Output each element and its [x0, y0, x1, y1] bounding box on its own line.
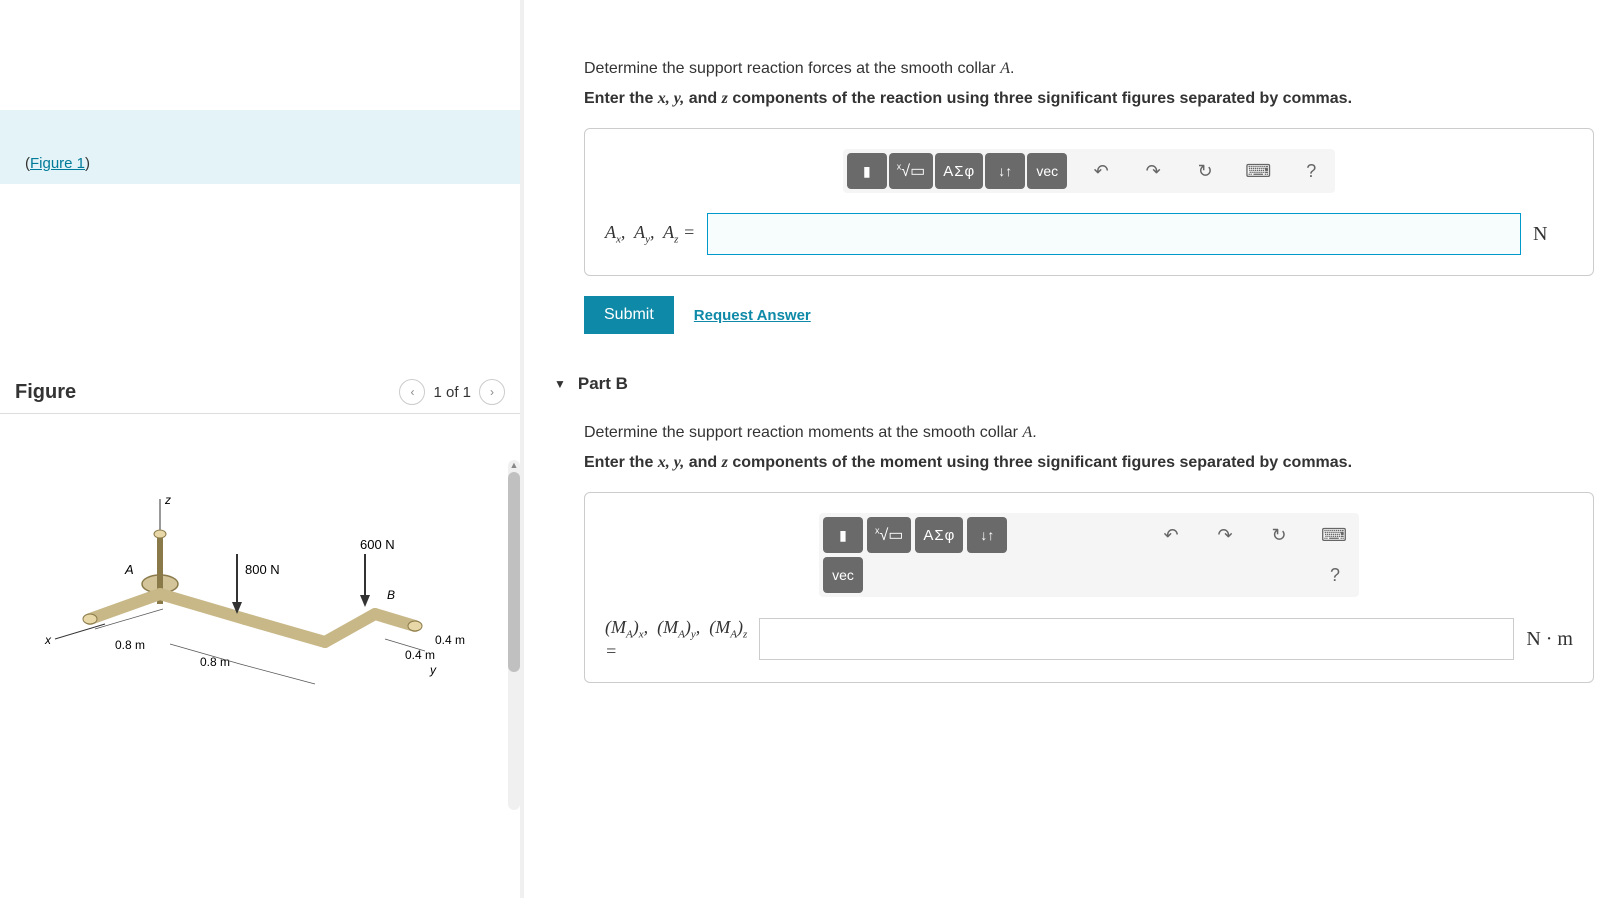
arrows-icon[interactable]: ↓↑ — [967, 517, 1007, 553]
part-b-header[interactable]: ▼ Part B — [554, 374, 1594, 394]
help-icon[interactable]: ? — [1291, 153, 1331, 189]
vec-button[interactable]: vec — [1027, 153, 1067, 189]
force-1-label: 800 N — [245, 562, 280, 577]
sqrt-icon[interactable]: x√▭ — [889, 153, 933, 189]
right-panel: Determine the support reaction forces at… — [524, 0, 1624, 898]
figure-reference-box: (Figure 1) — [0, 110, 520, 184]
figure-prev-button[interactable]: ‹ — [399, 379, 425, 405]
figure-nav: ‹ 1 of 1 › — [399, 379, 505, 405]
axis-z-label: z — [164, 493, 171, 507]
part-b-question: Determine the support reaction moments a… — [584, 424, 1594, 442]
pipe-diagram: z x y A 800 N — [15, 444, 475, 694]
request-answer-link[interactable]: Request Answer — [694, 307, 811, 324]
help-icon[interactable]: ? — [1315, 557, 1355, 593]
arrows-icon[interactable]: ↓↑ — [985, 153, 1025, 189]
left-scrollbar[interactable]: ▲ — [508, 460, 520, 810]
part-a-instruction: Enter the x, y, and z components of the … — [584, 90, 1594, 108]
part-a-answer-box: ▮ x√▭ ΑΣφ ↓↑ vec ↶ ↷ ↻ ⌨ ? Ax, Ay, Az = … — [584, 128, 1594, 276]
part-b-toolbar: ▮ x√▭ ΑΣφ ↓↑ ↶ ↷ ↻ ⌨ vec ? — [819, 513, 1359, 597]
part-b-title: Part B — [578, 374, 628, 394]
part-b-answer-input[interactable] — [759, 618, 1514, 660]
keyboard-icon[interactable]: ⌨ — [1237, 153, 1279, 189]
greek-letters-button[interactable]: ΑΣφ — [915, 517, 963, 553]
undo-icon[interactable]: ↶ — [1151, 517, 1191, 553]
part-a-actions: Submit Request Answer — [584, 296, 1594, 334]
point-b-label: B — [387, 588, 395, 602]
left-panel: (Figure 1) Figure ‹ 1 of 1 › z x y A — [0, 0, 520, 898]
reset-icon[interactable]: ↻ — [1259, 517, 1299, 553]
figure-next-button[interactable]: › — [479, 379, 505, 405]
part-b-answer-label: (MA)x, (MA)y, (MA)z= — [605, 617, 747, 662]
part-a-answer-label: Ax, Ay, Az = — [605, 222, 695, 246]
part-a-toolbar: ▮ x√▭ ΑΣφ ↓↑ vec ↶ ↷ ↻ ⌨ ? — [843, 149, 1335, 193]
greek-letters-button[interactable]: ΑΣφ — [935, 153, 983, 189]
figure-nav-text: 1 of 1 — [433, 384, 471, 401]
force-2-label: 600 N — [360, 537, 395, 552]
dim-4-label: 0.4 m — [405, 648, 435, 662]
figure-title: Figure — [15, 381, 76, 404]
left-scrollbar-thumb[interactable] — [508, 472, 520, 672]
figure-header: Figure ‹ 1 of 1 › — [0, 379, 520, 414]
part-b-unit: N · m — [1526, 628, 1573, 651]
undo-icon[interactable]: ↶ — [1081, 153, 1121, 189]
part-a-unit: N — [1533, 223, 1573, 246]
reset-icon[interactable]: ↻ — [1185, 153, 1225, 189]
axis-y-label: y — [429, 663, 437, 677]
template-icon[interactable]: ▮ — [823, 517, 863, 553]
figure-image-container: z x y A 800 N — [0, 414, 520, 728]
collapse-icon: ▼ — [554, 377, 566, 391]
redo-icon[interactable]: ↷ — [1205, 517, 1245, 553]
vec-button[interactable]: vec — [823, 557, 863, 593]
figure-link[interactable]: Figure 1 — [30, 155, 85, 172]
part-b-answer-box: ▮ x√▭ ΑΣφ ↓↑ ↶ ↷ ↻ ⌨ vec ? — [584, 492, 1594, 683]
axis-x-label: x — [44, 633, 52, 647]
submit-button[interactable]: Submit — [584, 296, 674, 334]
dim-3-label: 0.4 m — [435, 633, 465, 647]
part-a-answer-row: Ax, Ay, Az = N — [605, 213, 1573, 255]
part-a-question: Determine the support reaction forces at… — [584, 60, 1594, 78]
redo-icon[interactable]: ↷ — [1133, 153, 1173, 189]
dim-1-label: 0.8 m — [115, 638, 145, 652]
keyboard-icon[interactable]: ⌨ — [1313, 517, 1355, 553]
part-b-instruction: Enter the x, y, and z components of the … — [584, 454, 1594, 472]
template-icon[interactable]: ▮ — [847, 153, 887, 189]
point-a-label: A — [124, 562, 134, 577]
sqrt-icon[interactable]: x√▭ — [867, 517, 911, 553]
part-a-answer-input[interactable] — [707, 213, 1521, 255]
part-b-answer-row: (MA)x, (MA)y, (MA)z= N · m — [605, 617, 1573, 662]
